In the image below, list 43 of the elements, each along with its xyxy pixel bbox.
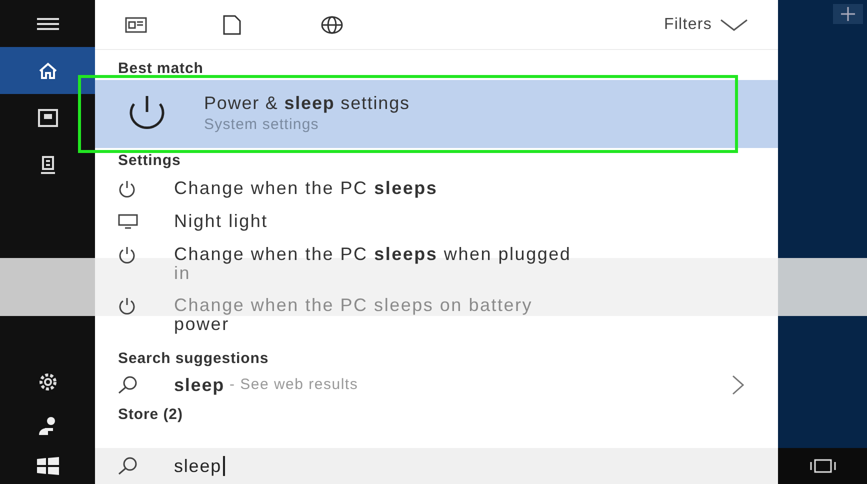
app-window-icon[interactable] — [125, 16, 147, 32]
search-icon — [118, 376, 138, 394]
device-icon[interactable] — [38, 108, 58, 126]
search-field[interactable]: sleep — [95, 448, 778, 484]
search-text: sleep — [174, 454, 222, 478]
settings-result[interactable]: Change when the PC sleeps when plugged in — [95, 238, 778, 289]
result-text: Change when the PC sleeps — [174, 179, 438, 198]
tower-icon[interactable] — [40, 156, 56, 174]
result-text: Night light — [174, 212, 268, 231]
globe-icon[interactable] — [321, 14, 343, 34]
search-icon — [118, 457, 138, 475]
suggestion-query: sleep — [174, 374, 225, 397]
result-text: in — [174, 264, 191, 283]
filters-button[interactable]: Filters — [664, 12, 748, 36]
menu-icon[interactable] — [36, 16, 58, 30]
task-view-icon[interactable] — [808, 459, 836, 473]
section-header: Settings — [117, 151, 182, 171]
power-icon — [118, 246, 136, 264]
result-text: Change when the PC sleeps on battery — [174, 296, 533, 315]
chevron-right-icon — [732, 375, 744, 395]
monitor-icon — [118, 214, 138, 230]
result-text: Change when the PC sleeps when plugged — [174, 245, 572, 264]
suggestion-hint: - See web results — [228, 374, 358, 395]
settings-icon[interactable] — [36, 371, 58, 393]
section-header: Best match — [117, 59, 204, 79]
settings-result[interactable]: Night light — [95, 205, 778, 238]
chevron-down-icon — [720, 18, 748, 30]
result-subtitle: System settings — [204, 114, 320, 135]
best-match-result[interactable]: Power & sleep settings System settings — [95, 80, 778, 148]
home-icon[interactable] — [38, 62, 58, 80]
document-icon[interactable] — [223, 14, 241, 34]
result-title: Power & sleep settings — [204, 92, 410, 114]
settings-result[interactable]: Change when the PC sleeps on battery power — [95, 289, 778, 340]
section-header: Search suggestions — [117, 349, 270, 368]
sidebar-selection[interactable] — [0, 47, 95, 94]
text-cursor — [222, 456, 225, 476]
windows-icon[interactable] — [36, 457, 58, 475]
power-icon — [118, 180, 136, 198]
result-text: power — [174, 315, 230, 334]
suggestion-result[interactable]: sleep - See web results — [95, 368, 778, 402]
section-header: Store (2) — [117, 405, 184, 425]
settings-result[interactable]: Change when the PC sleeps — [95, 172, 778, 205]
power-icon — [118, 297, 136, 315]
